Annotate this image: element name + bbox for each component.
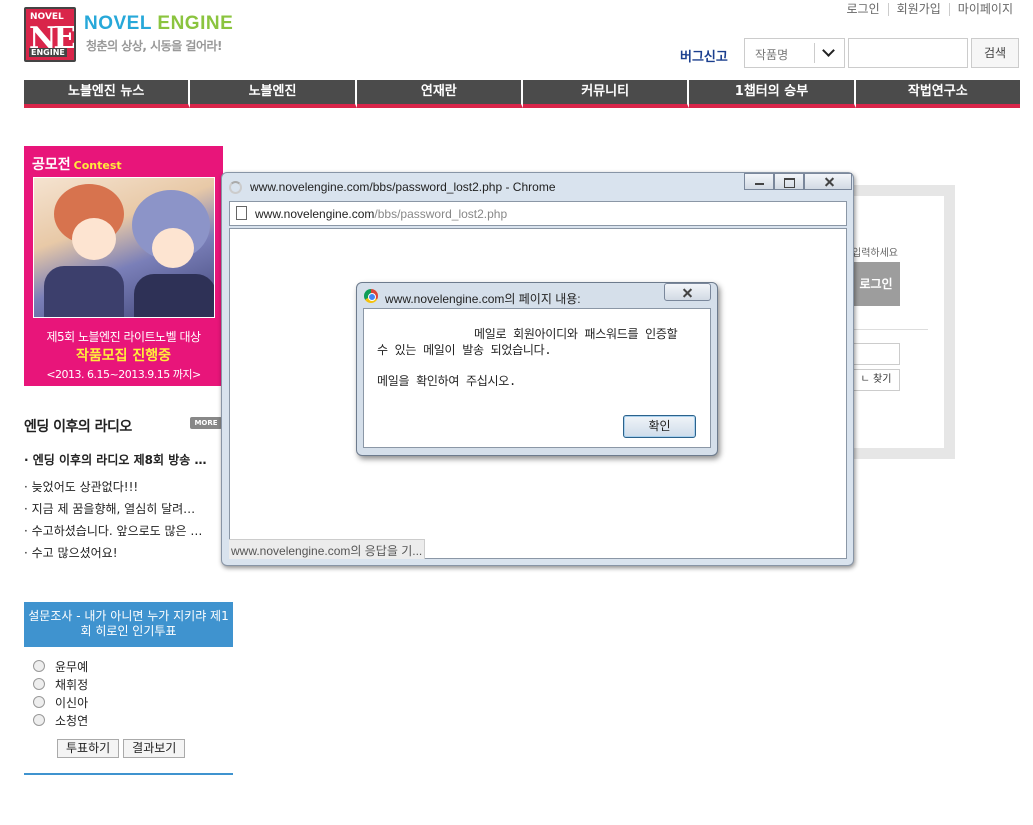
loading-icon (229, 181, 242, 194)
status-bubble: www.novelengine.com의 응답을 기... (229, 539, 426, 559)
poll-option[interactable]: 윤무예 (33, 657, 88, 675)
results-button[interactable]: 결과보기 (123, 739, 186, 758)
nav-item-novelengine[interactable]: 노블엔진 (190, 80, 357, 108)
radio-button[interactable] (33, 678, 45, 690)
vote-button[interactable]: 투표하기 (57, 739, 120, 758)
contest-title: 공모전 Contest (32, 154, 122, 174)
more-button[interactable]: MORE (190, 417, 222, 429)
alert-message-line1-cont: 수 있는 메일이 발송 되었습니다. (377, 343, 552, 357)
contest-banner[interactable]: 공모전 Contest 제5회 노블엔진 라이트노벨 대상 작품모집 진행중 <2… (24, 146, 223, 386)
address-path: /bbs/password_lost2.php (374, 207, 508, 221)
ok-button[interactable]: 확인 (623, 415, 696, 438)
contest-illustration (33, 177, 215, 318)
nav-item-writing-lab[interactable]: 작법연구소 (855, 80, 1020, 108)
maximize-icon[interactable] (774, 173, 804, 190)
radio-section-title: 엔딩 이후의 라디오 (24, 419, 132, 435)
poll-option[interactable]: 이신아 (33, 693, 88, 711)
logo-text-engine: ENGINE (29, 48, 67, 57)
alert-message-line1: 메일로 회원아이디와 패스워드를 인증할 (474, 327, 678, 341)
find-account-button[interactable]: ㄴ 찾기 (852, 369, 900, 391)
login-link[interactable]: 로그인 (839, 3, 888, 16)
list-item[interactable]: · 수고 많으셨어요! (24, 542, 224, 564)
poll-option-label: 소청연 (55, 713, 89, 728)
poll-option[interactable]: 소청연 (33, 711, 88, 729)
login-panel-inner (848, 196, 944, 448)
mypage-link[interactable]: 마이페이지 (948, 3, 1021, 16)
list-item[interactable]: · 엔딩 이후의 라디오 제8회 방송 … (24, 452, 224, 468)
brand-slogan: 청춘의 상상, 시동을 걸어라! (86, 39, 223, 53)
divider (852, 329, 928, 330)
top-links: 로그인 회원가입 마이페이지 (839, 3, 1022, 16)
poll-option-label: 윤무예 (55, 659, 89, 674)
poll-buttons: 투표하기 결과보기 (57, 739, 186, 758)
main-nav: 노블엔진 뉴스 노블엔진 연재란 커뮤니티 1챕터의 승부 작법연구소 (24, 80, 1020, 108)
signup-link[interactable]: 회원가입 (887, 3, 949, 16)
poll-option[interactable]: 채휘정 (33, 675, 88, 693)
radio-list: · 엔딩 이후의 라디오 제8회 방송 … · 늦었어도 상관없다!!! · 지… (24, 452, 224, 564)
brand-name-part1: NOVEL (84, 13, 152, 34)
search-category-value: 작품명 (755, 48, 789, 62)
alert-message-line2: 메일을 확인하여 주십시오. (377, 374, 516, 388)
login-hint: 입력하세요 (852, 248, 898, 259)
list-item[interactable]: · 수고하셨습니다. 앞으로도 많은 … (24, 520, 224, 542)
close-icon[interactable] (804, 173, 852, 190)
poll-option-label: 이신아 (55, 695, 89, 710)
poll-option-label: 채휘정 (55, 677, 89, 692)
search-category-select[interactable]: 작품명 (744, 38, 845, 68)
poll-options: 윤무예 채휘정 이신아 소청연 (33, 657, 88, 729)
contest-title-en: Contest (73, 159, 122, 172)
list-item[interactable]: · 지금 제 꿈을향해, 열심히 달려… (24, 498, 224, 520)
radio-button[interactable] (33, 714, 45, 726)
minimize-icon[interactable] (744, 173, 774, 190)
search-input[interactable] (848, 38, 968, 68)
contest-line2: 작품모집 진행중 (75, 348, 172, 364)
contest-line3: <2013. 6.15~2013.9.15 까지> (46, 368, 201, 381)
logo[interactable]: NOVEL NE ENGINE (24, 7, 76, 62)
contest-title-ko: 공모전 (32, 157, 71, 173)
alert-title: www.novelengine.com의 페이지 내용: (385, 292, 581, 306)
bug-report-link[interactable]: 버그신고 (680, 46, 728, 65)
window-title: www.novelengine.com/bbs/password_lost2.p… (250, 180, 556, 194)
nav-item-community[interactable]: 커뮤니티 (522, 80, 690, 108)
window-controls (744, 173, 852, 190)
address-text[interactable]: www.novelengine.com/bbs/password_lost2.p… (255, 207, 507, 221)
divider (24, 773, 233, 775)
nav-item-serial[interactable]: 연재란 (356, 80, 523, 108)
login-button[interactable]: 로그인 (852, 262, 900, 306)
login-field[interactable] (852, 343, 900, 365)
poll-title: 설문조사 - 내가 아니면 누가 지키랴 제1회 히로인 인기투표 (24, 602, 233, 647)
close-icon[interactable] (664, 283, 711, 301)
chrome-icon (364, 289, 378, 303)
radio-button[interactable] (33, 660, 45, 672)
chevron-down-icon[interactable] (814, 43, 844, 63)
search-button[interactable]: 검색 (971, 38, 1019, 68)
brand-name-part2: ENGINE (157, 13, 234, 34)
list-item[interactable]: · 늦었어도 상관없다!!! (24, 476, 224, 498)
brand-name[interactable]: NOVEL ENGINE (84, 13, 233, 35)
address-domain: www.novelengine.com (255, 207, 375, 221)
nav-item-news[interactable]: 노블엔진 뉴스 (24, 80, 191, 108)
radio-button[interactable] (33, 696, 45, 708)
nav-item-chapter1[interactable]: 1챕터의 승부 (689, 80, 856, 108)
contest-line1: 제5회 노블엔진 라이트노벨 대상 (46, 330, 201, 344)
page-icon (236, 206, 247, 220)
